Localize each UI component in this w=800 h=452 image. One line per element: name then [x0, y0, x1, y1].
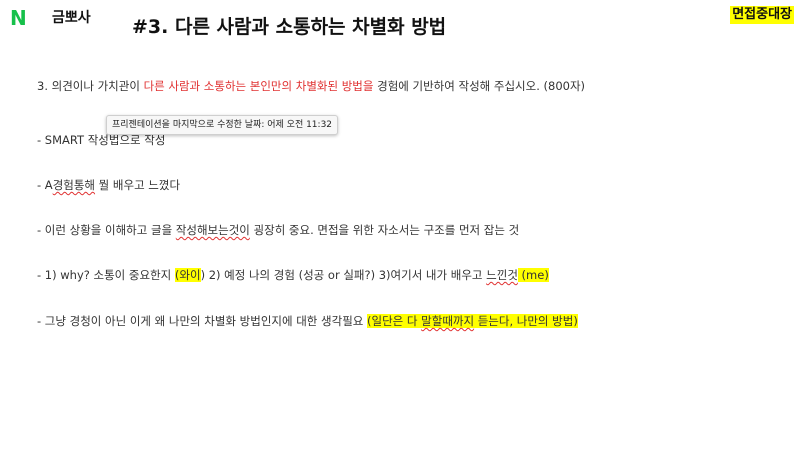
bullet-understanding-suffix: 굉장히 중요. 면접을 위한 자소서는 구조를 먼저 잡는 것 — [249, 223, 520, 237]
highlight-why: (와이 — [174, 268, 201, 282]
highlight-method-b: 듣는다, 나만의 방법) — [474, 314, 578, 328]
bullet-understanding-prefix: - 이런 상황을 이해하고 글을 — [37, 223, 176, 237]
bullet-structure: - 1) why? 소통이 중요한지 (와이) 2) 예정 나의 경험 (성공 … — [37, 267, 549, 283]
bullet-experience-prefix: - A — [37, 178, 53, 192]
bullet-listening: - 그냥 경청이 아닌 이게 왜 나만의 차별화 방법인지에 대한 생각필요 (… — [37, 313, 578, 329]
bullet-structure-prefix: - 1) why? 소통이 중요한지 — [37, 268, 175, 282]
question-suffix: 경험에 기반하여 작성해 주십시오. (800자) — [373, 79, 586, 93]
highlight-me: (me) — [517, 268, 549, 282]
bullet-structure-mid: ) 2) 예정 나의 경험 (성공 or 실패?) 3)여기서 내가 배우고 — [200, 268, 487, 282]
last-modified-tooltip: 프리젠테이션을 마지막으로 수정한 날짜: 어제 오전 11:32 — [106, 115, 339, 135]
bullet-understanding: - 이런 상황을 이해하고 글을 작성해보는것이 굉장히 중요. 면접을 위한 … — [37, 222, 519, 238]
spellcheck-word: 경험통해 — [52, 178, 96, 192]
bullet-experience-suffix: 뭘 배우고 느꼈다 — [95, 178, 181, 192]
brand-name: 금뽀사 — [52, 10, 91, 26]
highlight-method-a: (일단은 다 — [367, 314, 422, 328]
spellcheck-word: 작성해보는것이 — [175, 223, 250, 237]
question-highlight: 다른 사람과 소통하는 본인만의 차별화된 방법을 — [143, 79, 374, 93]
corner-badge: 면접중대장 — [730, 6, 794, 24]
question-line: 3. 의견이나 가치관이 다른 사람과 소통하는 본인만의 차별화된 방법을 경… — [37, 78, 585, 94]
spellcheck-word: 느낀것 — [486, 268, 518, 282]
spellcheck-word: 말할때까지 — [421, 314, 475, 328]
naver-logo-icon: N — [10, 6, 27, 30]
bullet-experience: - A경험통해 뭘 배우고 느꼈다 — [37, 177, 180, 193]
slide-canvas: N 금뽀사 #3. 다른 사람과 소통하는 차별화 방법 면접중대장 3. 의견… — [0, 0, 800, 452]
bullet-listening-prefix: - 그냥 경청이 아닌 이게 왜 나만의 차별화 방법인지에 대한 생각필요 — [37, 314, 368, 328]
question-prefix: 3. 의견이나 가치관이 — [37, 79, 144, 93]
slide-title: #3. 다른 사람과 소통하는 차별화 방법 — [132, 16, 447, 38]
